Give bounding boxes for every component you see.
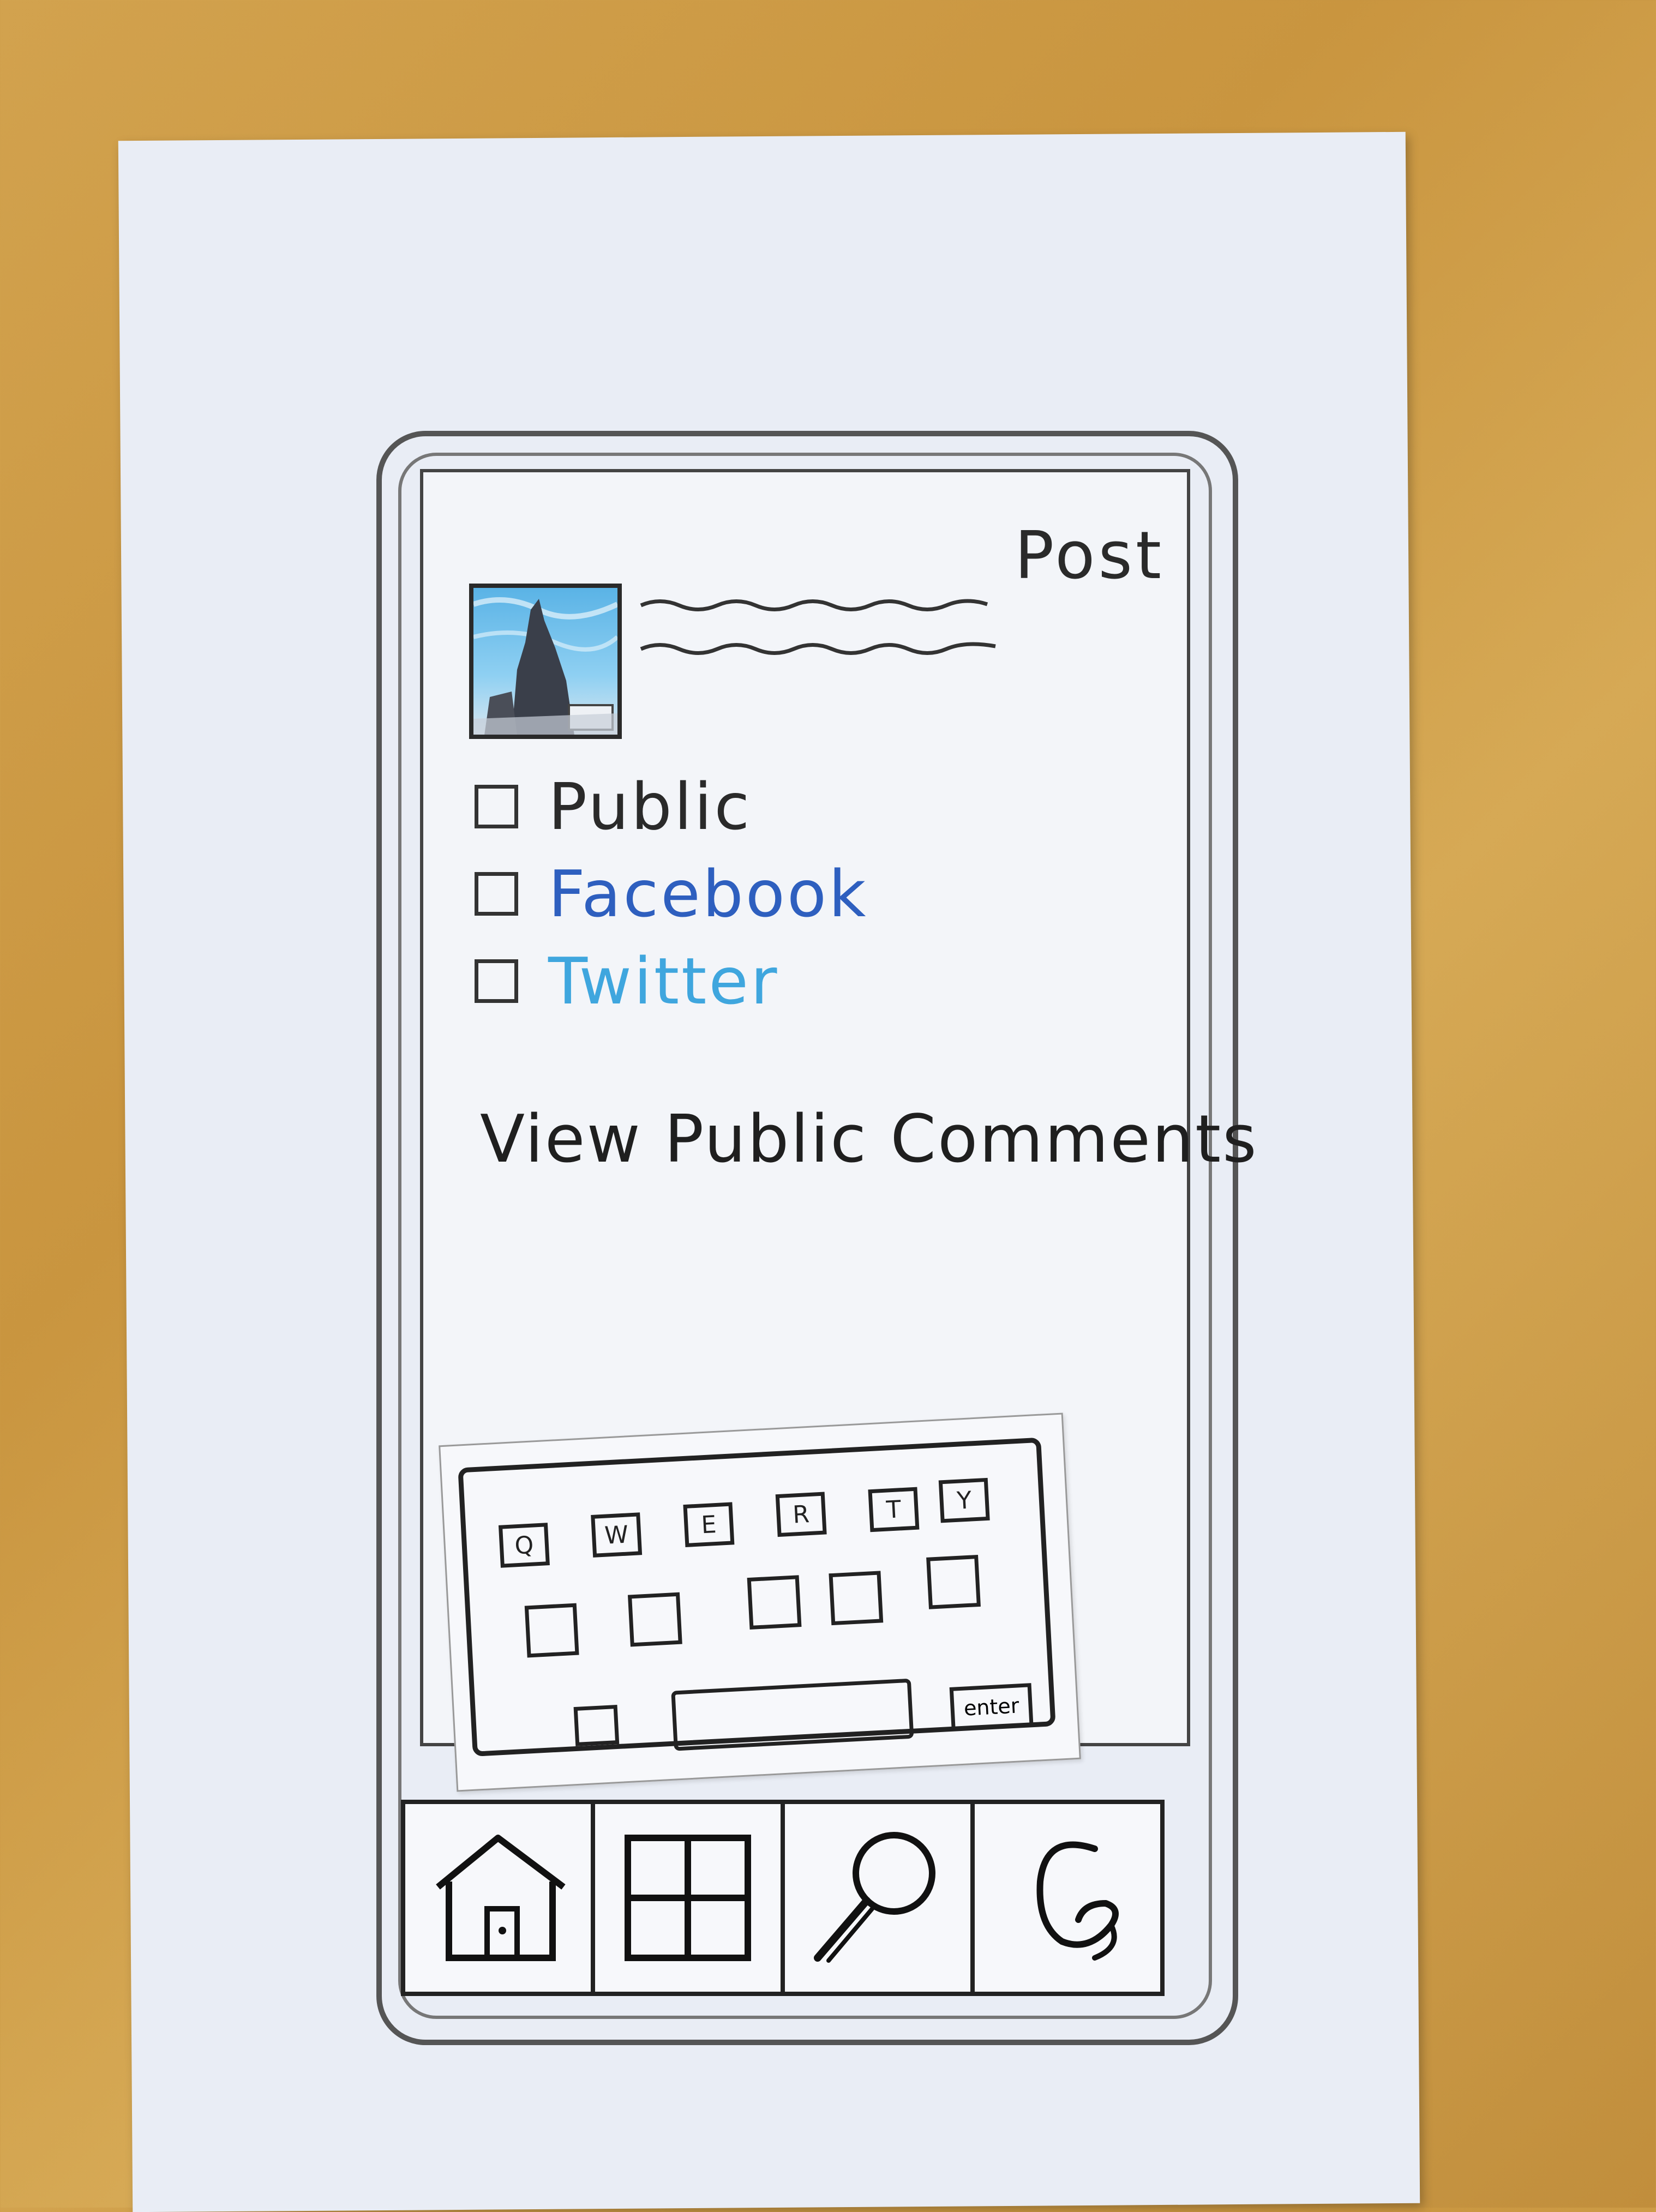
tower-photo-icon <box>473 597 617 735</box>
public-label: Public <box>548 769 752 844</box>
share-option-facebook[interactable]: Facebook <box>475 856 868 931</box>
tab-profile[interactable] <box>975 1804 1160 1992</box>
twitter-checkbox[interactable] <box>475 959 518 1003</box>
key-y[interactable]: Y <box>938 1477 990 1523</box>
view-public-comments-link[interactable]: View Public Comments <box>480 1102 1258 1177</box>
profile-icon <box>1036 1841 1119 1961</box>
key-q[interactable]: Q <box>498 1523 550 1568</box>
facebook-checkbox[interactable] <box>475 872 518 916</box>
spacebar[interactable] <box>671 1678 914 1751</box>
key-blank[interactable] <box>747 1575 802 1630</box>
on-screen-keyboard: Q W E R T Y enter <box>439 1412 1081 1792</box>
key-w[interactable]: W <box>591 1512 643 1558</box>
enter-key[interactable]: enter <box>949 1683 1034 1731</box>
post-text-lines <box>640 599 996 655</box>
key-blank[interactable] <box>926 1554 981 1609</box>
grid-add-icon <box>625 1835 751 1961</box>
twitter-label: Twitter <box>548 943 779 1019</box>
key-t[interactable]: T <box>868 1487 920 1532</box>
tab-search[interactable] <box>785 1804 975 1992</box>
key-r[interactable]: R <box>775 1492 827 1537</box>
key-blank[interactable] <box>573 1704 620 1747</box>
post-button[interactable]: Post <box>1015 518 1165 594</box>
share-option-twitter[interactable]: Twitter <box>475 943 779 1019</box>
tab-home[interactable] <box>405 1804 595 1992</box>
public-checkbox[interactable] <box>475 785 518 828</box>
facebook-label: Facebook <box>548 856 868 931</box>
photo-thumbnail[interactable] <box>469 584 622 739</box>
key-blank[interactable] <box>627 1592 682 1647</box>
search-icon <box>814 1832 935 1963</box>
key-blank[interactable] <box>829 1571 884 1626</box>
keyboard-frame: Q W E R T Y enter <box>458 1437 1056 1757</box>
bottom-tab-bar <box>401 1800 1165 1996</box>
home-icon <box>436 1835 566 1961</box>
key-e[interactable]: E <box>683 1502 735 1548</box>
tab-add-post[interactable] <box>595 1804 785 1992</box>
key-blank[interactable] <box>524 1603 579 1658</box>
share-option-public[interactable]: Public <box>475 769 752 844</box>
